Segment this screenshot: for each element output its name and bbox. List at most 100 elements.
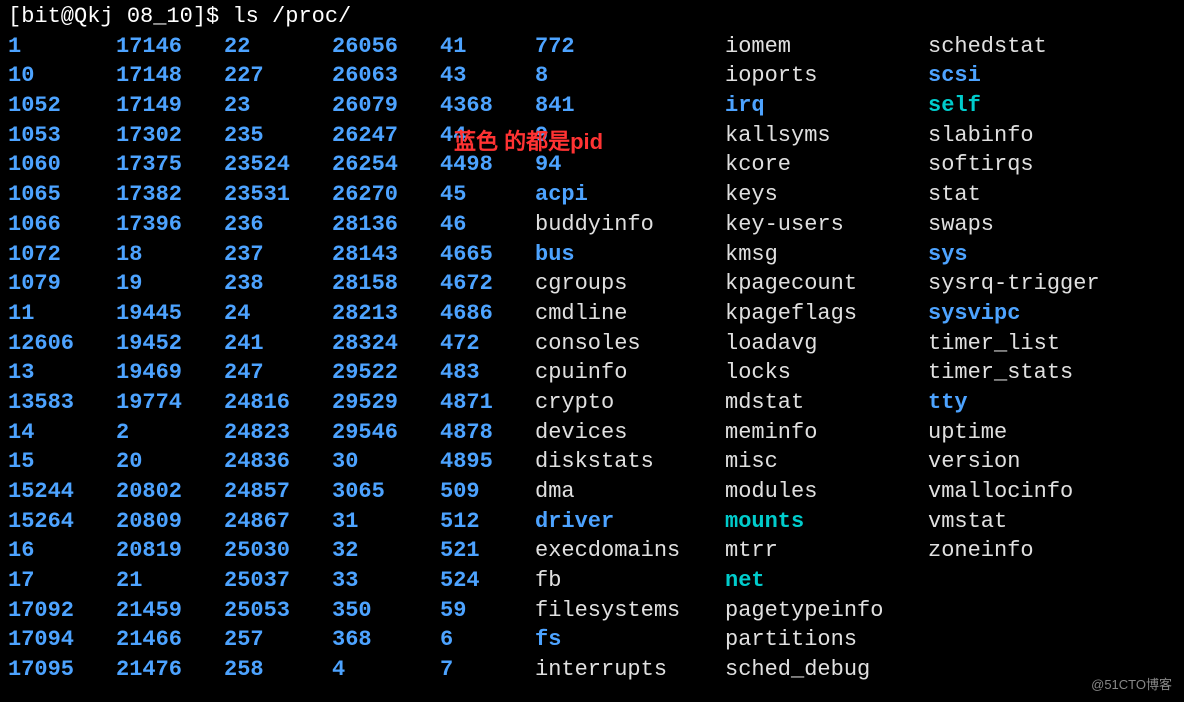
- column-1: 1714617148171491730217375173821739618191…: [116, 32, 224, 685]
- proc-entry: 24: [224, 299, 332, 329]
- proc-entry: 17146: [116, 32, 224, 62]
- proc-entry: kmsg: [725, 240, 928, 270]
- proc-entry: 512: [440, 507, 535, 537]
- proc-entry: 258: [224, 655, 332, 685]
- proc-entry: 247: [224, 358, 332, 388]
- proc-entry: 29546: [332, 418, 440, 448]
- proc-entry: 59: [440, 596, 535, 626]
- proc-entry: execdomains: [535, 536, 725, 566]
- proc-entry: diskstats: [535, 447, 725, 477]
- proc-entry: kcore: [725, 150, 928, 180]
- proc-entry: kpageflags: [725, 299, 928, 329]
- proc-entry: 1052: [8, 91, 116, 121]
- proc-entry: self: [928, 91, 1128, 121]
- proc-entry: locks: [725, 358, 928, 388]
- proc-entry: 33: [332, 566, 440, 596]
- proc-entry: 235: [224, 121, 332, 151]
- proc-entry: 350: [332, 596, 440, 626]
- proc-entry: 32: [332, 536, 440, 566]
- proc-entry: 29529: [332, 388, 440, 418]
- proc-entry: 26270: [332, 180, 440, 210]
- proc-entry: 4498: [440, 150, 535, 180]
- proc-entry: acpi: [535, 180, 725, 210]
- proc-entry: 6: [440, 625, 535, 655]
- proc-entry: 10: [8, 61, 116, 91]
- proc-entry: 20: [116, 447, 224, 477]
- proc-entry: 14: [8, 418, 116, 448]
- proc-entry: 15264: [8, 507, 116, 537]
- proc-entry: modules: [725, 477, 928, 507]
- proc-entry: 13583: [8, 388, 116, 418]
- proc-entry: 1079: [8, 269, 116, 299]
- column-2: 2222723235235242353123623723824241247248…: [224, 32, 332, 685]
- proc-entry: timer_stats: [928, 358, 1128, 388]
- proc-entry: 20802: [116, 477, 224, 507]
- proc-entry: iomem: [725, 32, 928, 62]
- watermark-text: @51CTO博客: [1091, 676, 1172, 694]
- proc-entry: consoles: [535, 329, 725, 359]
- proc-entry: 24867: [224, 507, 332, 537]
- proc-entry: devices: [535, 418, 725, 448]
- proc-entry: cpuinfo: [535, 358, 725, 388]
- proc-entry: 772: [535, 32, 725, 62]
- proc-entry: 1053: [8, 121, 116, 151]
- proc-entry: 29522: [332, 358, 440, 388]
- proc-entry: 24816: [224, 388, 332, 418]
- proc-entry: uptime: [928, 418, 1128, 448]
- proc-entry: 19: [116, 269, 224, 299]
- proc-entry: 17092: [8, 596, 116, 626]
- proc-entry: mtrr: [725, 536, 928, 566]
- proc-entry: zoneinfo: [928, 536, 1128, 566]
- proc-entry: 17095: [8, 655, 116, 685]
- proc-entry: 19445: [116, 299, 224, 329]
- proc-entry: 8: [535, 61, 725, 91]
- proc-entry: 17094: [8, 625, 116, 655]
- proc-entry: 7: [440, 655, 535, 685]
- proc-entry: mdstat: [725, 388, 928, 418]
- proc-entry: 1066: [8, 210, 116, 240]
- proc-entry: 21466: [116, 625, 224, 655]
- column-7: schedstatscsiselfslabinfosoftirqsstatswa…: [928, 32, 1128, 685]
- proc-entry: 4665: [440, 240, 535, 270]
- command-text: ls /proc/: [232, 4, 351, 29]
- proc-entry: 241: [224, 329, 332, 359]
- column-6: iomemioportsirqkallsymskcorekeyskey-user…: [725, 32, 928, 685]
- proc-entry: irq: [725, 91, 928, 121]
- proc-entry: loadavg: [725, 329, 928, 359]
- proc-entry: scsi: [928, 61, 1128, 91]
- proc-entry: 4686: [440, 299, 535, 329]
- proc-entry: 4368: [440, 91, 535, 121]
- column-3: 2605626063260792624726254262702813628143…: [332, 32, 440, 685]
- shell-prompt: [bit@Qkj 08_10]$: [8, 4, 232, 29]
- proc-entry: 4672: [440, 269, 535, 299]
- proc-entry: 28136: [332, 210, 440, 240]
- proc-entry: 521: [440, 536, 535, 566]
- proc-entry: 26254: [332, 150, 440, 180]
- proc-entry: 24823: [224, 418, 332, 448]
- proc-entry: 472: [440, 329, 535, 359]
- proc-entry: sched_debug: [725, 655, 928, 685]
- proc-entry: 18: [116, 240, 224, 270]
- proc-entry: cgroups: [535, 269, 725, 299]
- proc-entry: 12606: [8, 329, 116, 359]
- proc-entry: key-users: [725, 210, 928, 240]
- proc-entry: 21: [116, 566, 224, 596]
- proc-entry: 21459: [116, 596, 224, 626]
- proc-entry: 20809: [116, 507, 224, 537]
- proc-entry: pagetypeinfo: [725, 596, 928, 626]
- proc-entry: vmstat: [928, 507, 1128, 537]
- proc-entry: 41: [440, 32, 535, 62]
- proc-entry: schedstat: [928, 32, 1128, 62]
- proc-entry: kallsyms: [725, 121, 928, 151]
- proc-entry: interrupts: [535, 655, 725, 685]
- proc-entry: 28143: [332, 240, 440, 270]
- proc-entry: 23: [224, 91, 332, 121]
- proc-entry: 46: [440, 210, 535, 240]
- proc-entry: 16: [8, 536, 116, 566]
- proc-entry: version: [928, 447, 1128, 477]
- proc-entry: meminfo: [725, 418, 928, 448]
- proc-entry: 24836: [224, 447, 332, 477]
- proc-entry: timer_list: [928, 329, 1128, 359]
- proc-entry: partitions: [725, 625, 928, 655]
- column-4: 4143436844449845464665467246864724834871…: [440, 32, 535, 685]
